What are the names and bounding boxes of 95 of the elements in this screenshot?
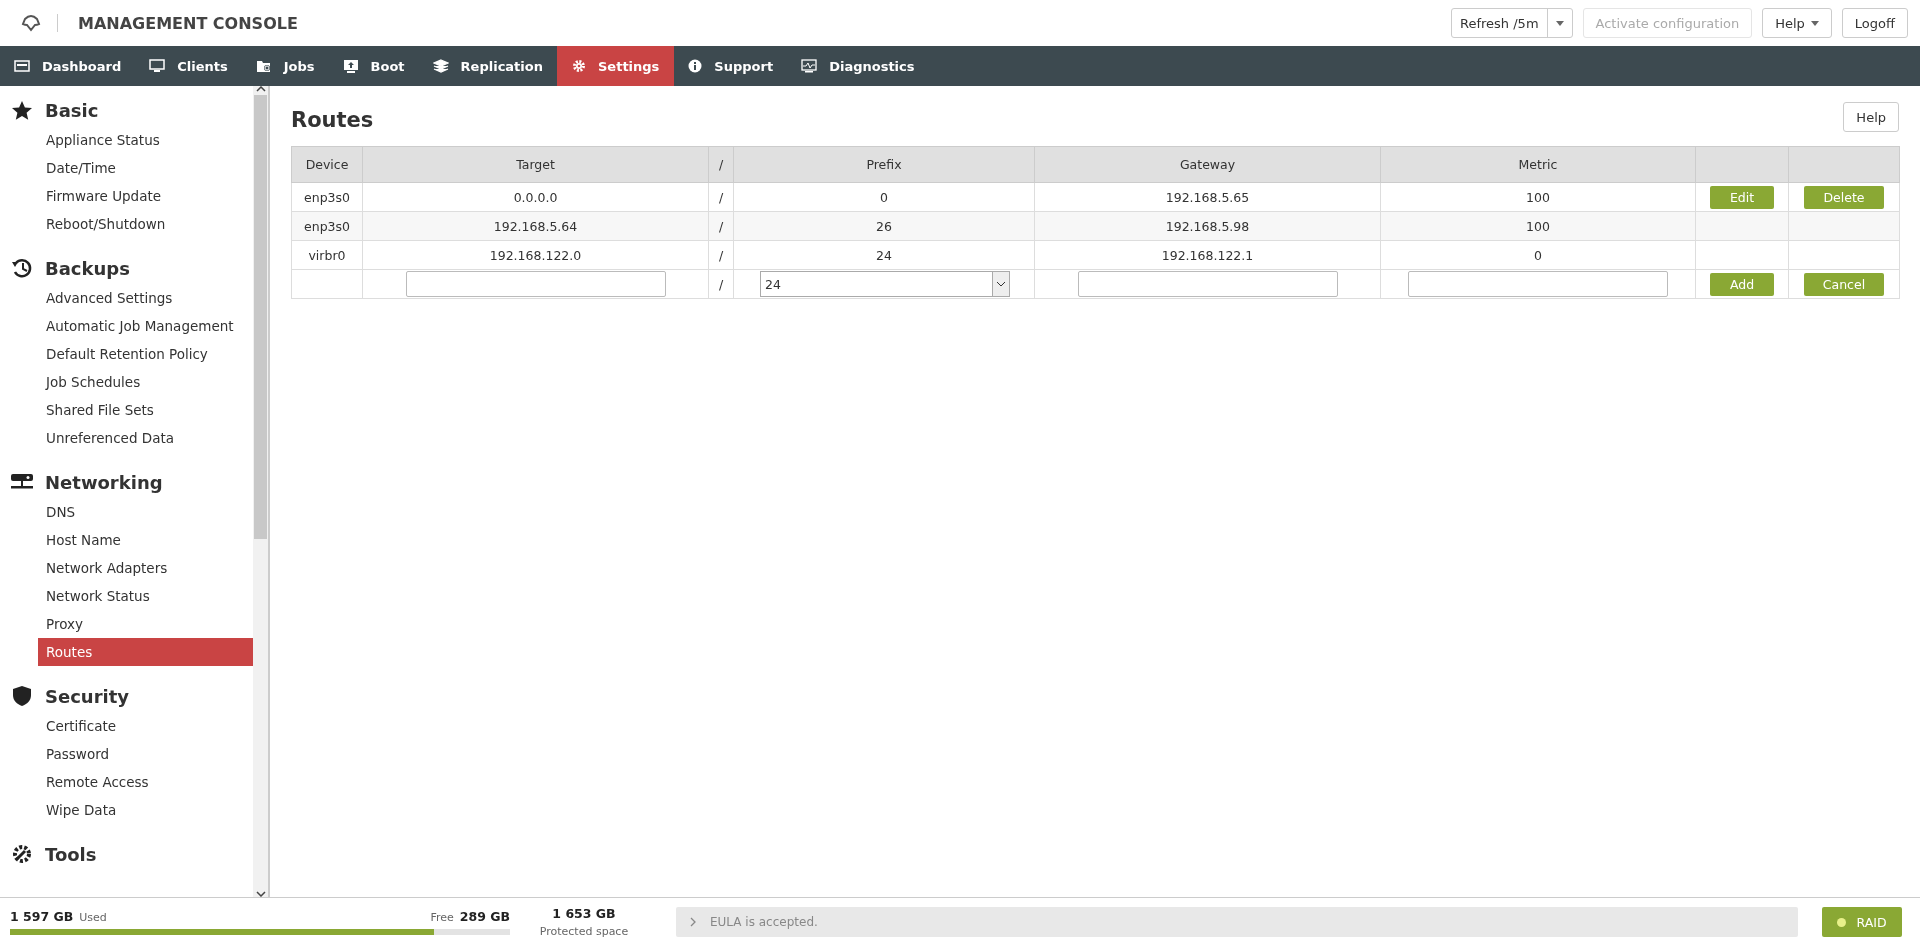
gear-wrench-icon	[10, 844, 34, 864]
scroll-up-icon[interactable]	[255, 86, 266, 92]
sidebar-item[interactable]: Routes	[38, 638, 253, 666]
star-icon	[10, 100, 34, 120]
prefix-select[interactable]: 24	[760, 271, 1010, 297]
nav-tab[interactable]: Jobs	[241, 46, 329, 86]
logo-icon	[21, 13, 41, 33]
nav-tab[interactable]: Settings	[557, 46, 675, 86]
device-cell: enp3s0	[291, 211, 363, 241]
sidebar-item[interactable]: Firmware Update	[38, 182, 253, 210]
sidebar-item[interactable]: Reboot/Shutdown	[38, 210, 253, 238]
metric-cell: 100	[1380, 182, 1696, 212]
refresh-button[interactable]: Refresh /5m	[1451, 8, 1573, 38]
sidebar-item[interactable]: Proxy	[38, 610, 253, 638]
help-button[interactable]: Help	[1843, 102, 1899, 132]
column-header: Metric	[1380, 146, 1696, 183]
nav-tab[interactable]: Clients	[135, 46, 242, 86]
nav-tab[interactable]: Dashboard	[0, 46, 136, 86]
sidebar-item[interactable]: Job Schedules	[38, 368, 253, 396]
nav-tab[interactable]: Boot	[328, 46, 419, 86]
gateway-cell: 192.168.5.65	[1034, 182, 1381, 212]
sidebar-item[interactable]: Automatic Job Management	[38, 312, 253, 340]
dashboard-icon	[14, 60, 30, 72]
sidebar-item[interactable]: Certificate	[38, 712, 253, 740]
caret-icon	[1555, 20, 1564, 26]
nav-tab[interactable]: Support	[674, 46, 788, 86]
app-title: MANAGEMENT CONSOLE	[78, 13, 298, 33]
column-header: Gateway	[1034, 146, 1381, 183]
sidebar-group-title: Basic	[45, 99, 99, 121]
sidebar-group-title: Tools	[45, 843, 97, 865]
free-value: 289 GB	[459, 909, 510, 924]
help-menu-button[interactable]: Help	[1762, 8, 1832, 38]
history-icon	[10, 257, 34, 279]
gateway-cell: 192.168.122.1	[1034, 240, 1381, 270]
target-cell: 0.0.0.0	[362, 182, 709, 212]
sidebar-item[interactable]: Wipe Data	[38, 796, 253, 824]
upload-monitor-icon	[342, 59, 359, 73]
device-cell: virbr0	[291, 240, 363, 270]
scrollbar[interactable]	[253, 86, 268, 897]
metric-cell: 100	[1380, 211, 1696, 241]
sidebar-item[interactable]: Remote Access	[38, 768, 253, 796]
sidebar-item[interactable]: Shared File Sets	[38, 396, 253, 424]
nav-tab[interactable]: Diagnostics	[787, 46, 929, 86]
slash-cell: /	[708, 240, 734, 270]
caret-icon	[1810, 20, 1819, 26]
gear-icon	[572, 59, 586, 73]
monitor-icon	[149, 59, 166, 73]
sidebar-item[interactable]: DNS	[38, 498, 253, 526]
chevron-down-icon	[997, 281, 1005, 287]
sidebar-item[interactable]: Default Retention Policy	[38, 340, 253, 368]
target-cell: 192.168.122.0	[362, 240, 709, 270]
gateway-cell: 192.168.5.98	[1034, 211, 1381, 241]
sidebar-group-title: Backups	[45, 257, 130, 279]
sidebar-item[interactable]: Password	[38, 740, 253, 768]
sidebar-item[interactable]: Advanced Settings	[38, 284, 253, 312]
target-input[interactable]	[405, 271, 666, 297]
metric-cell: 0	[1380, 240, 1696, 270]
protected-value: 1 653 GB	[552, 906, 616, 921]
sidebar-item[interactable]: Appliance Status	[38, 126, 253, 154]
shield-icon	[10, 686, 34, 706]
gateway-input[interactable]	[1077, 271, 1338, 297]
prefix-cell: 26	[733, 211, 1035, 241]
column-header: Target	[362, 146, 709, 183]
layers-icon	[432, 59, 449, 73]
used-label: Used	[79, 911, 107, 924]
column-header: /	[708, 146, 734, 183]
target-cell: 192.168.5.64	[362, 211, 709, 241]
sidebar-group-title: Security	[45, 685, 130, 707]
sidebar-item[interactable]: Network Adapters	[38, 554, 253, 582]
prefix-cell: 24	[733, 240, 1035, 270]
network-icon	[10, 473, 34, 491]
folder-clock-icon	[255, 59, 272, 73]
sidebar-item[interactable]: Host Name	[38, 526, 253, 554]
sidebar-group-title: Networking	[45, 471, 163, 493]
scroll-down-icon[interactable]	[255, 891, 266, 897]
sidebar-item[interactable]: Unreferenced Data	[38, 424, 253, 452]
info-icon	[688, 59, 703, 73]
column-header: Device	[291, 146, 363, 183]
pulse-monitor-icon	[801, 59, 818, 73]
nav-tab[interactable]: Replication	[418, 46, 557, 86]
sidebar-item[interactable]: Date/Time	[38, 154, 253, 182]
metric-input[interactable]	[1408, 271, 1668, 297]
protected-label: Protected space	[539, 925, 629, 938]
logoff-button[interactable]: Logoff	[1841, 8, 1908, 38]
chevron-icon	[690, 917, 696, 927]
sidebar-item[interactable]: Network Status	[38, 582, 253, 610]
prefix-cell: 0	[733, 182, 1035, 212]
used-value: 1 597 GB	[10, 909, 74, 924]
slash-cell: /	[708, 182, 734, 212]
column-header: Prefix	[733, 146, 1035, 183]
device-cell: enp3s0	[291, 182, 363, 212]
slash-cell: /	[708, 269, 734, 299]
page-title: Routes	[291, 108, 374, 132]
free-label: Free	[430, 911, 454, 924]
eula-message: EULA is accepted.	[710, 915, 818, 929]
